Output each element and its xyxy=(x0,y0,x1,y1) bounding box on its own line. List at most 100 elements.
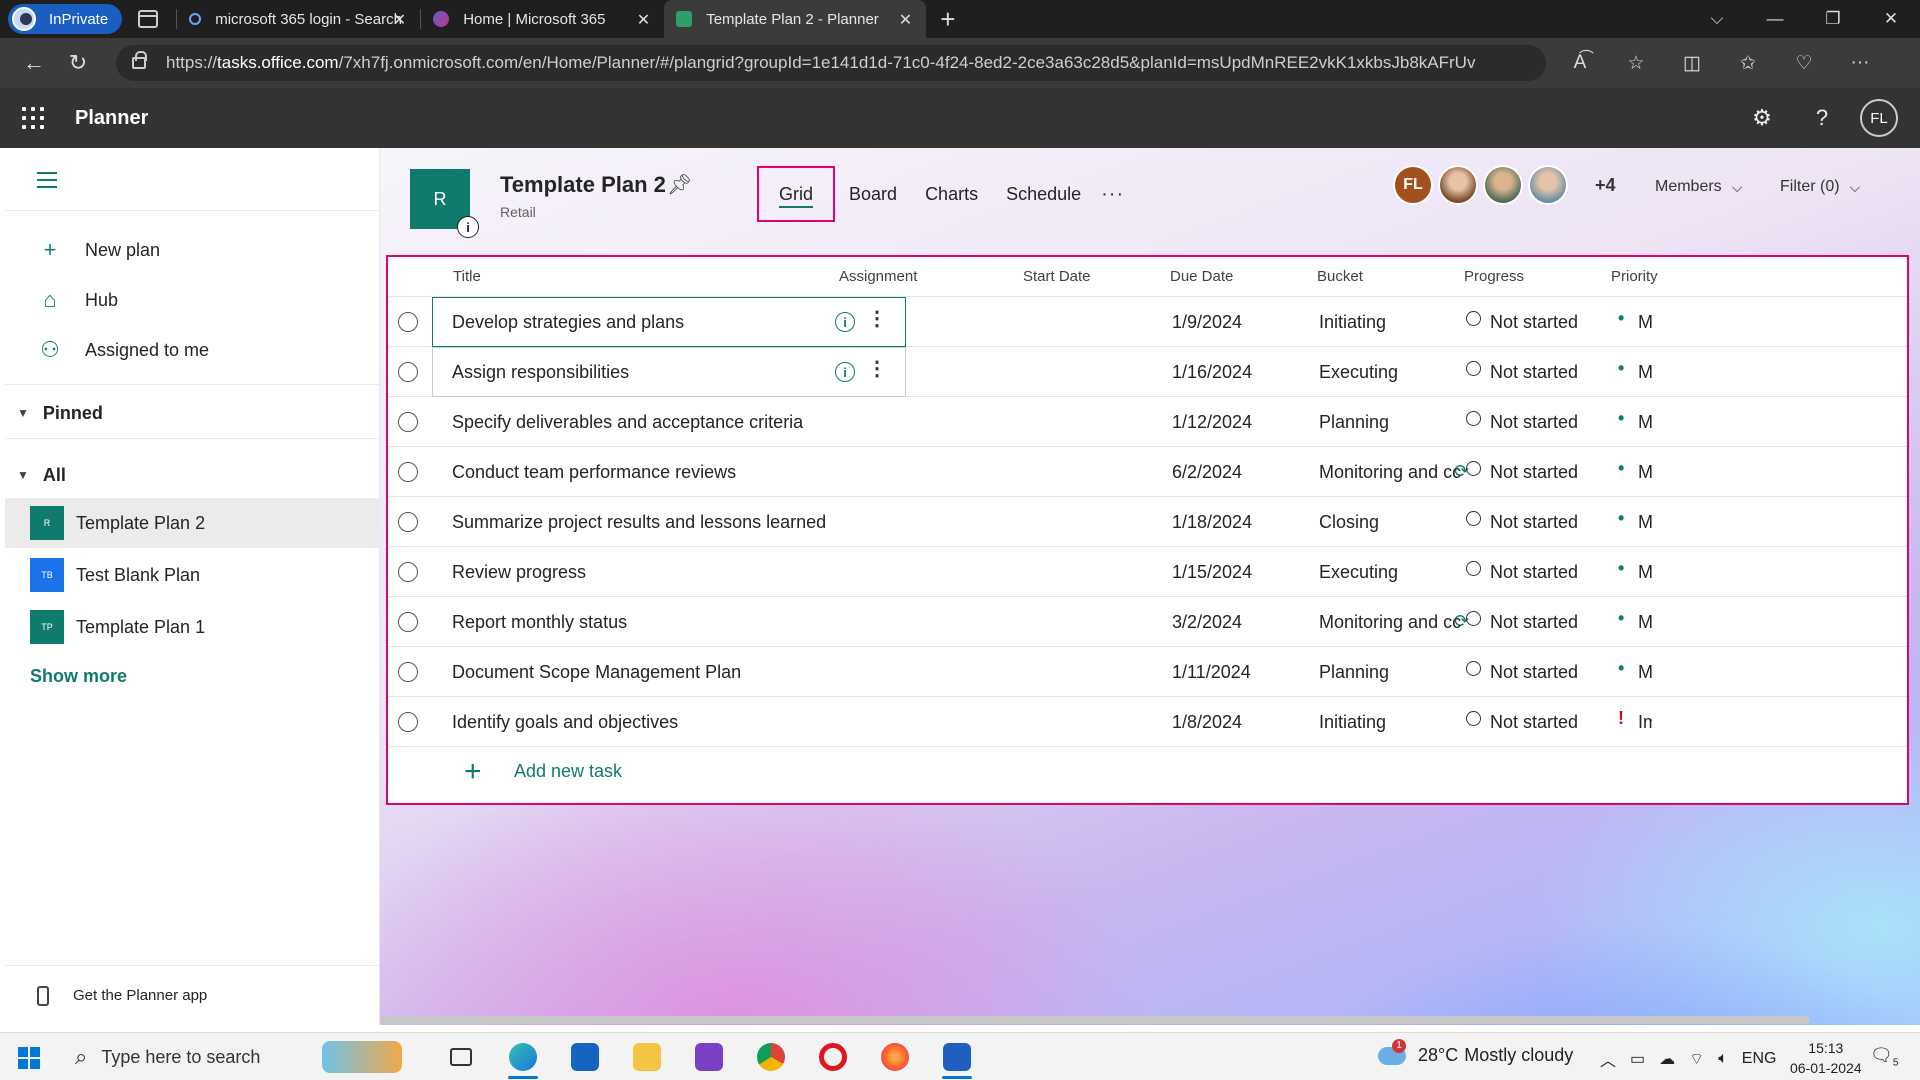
plan-info-icon[interactable]: i xyxy=(457,216,479,238)
nav-assigned-to-me[interactable]: ⚇ Assigned to me xyxy=(5,328,380,372)
more-options-icon[interactable]: ⋮ xyxy=(867,309,887,329)
chrome-icon[interactable] xyxy=(740,1037,802,1077)
complete-task-checkbox[interactable] xyxy=(398,412,418,432)
complete-task-checkbox[interactable] xyxy=(398,312,418,332)
task-bucket[interactable]: Executing xyxy=(1319,362,1461,383)
task-bucket[interactable]: Monitoring and cc xyxy=(1319,612,1461,633)
filter-dropdown[interactable]: Filter (0) ⌵ xyxy=(1780,178,1860,196)
task-row[interactable]: Conduct team performance reviews 6/2/2024… xyxy=(388,447,1907,497)
browser-essentials-icon[interactable]: ♡ xyxy=(1776,52,1832,75)
task-progress[interactable]: Not started xyxy=(1490,662,1578,683)
language-indicator[interactable]: ENG xyxy=(1742,1050,1777,1068)
visual-studio-icon[interactable] xyxy=(678,1037,740,1077)
task-title[interactable]: Specify deliverables and acceptance crit… xyxy=(452,412,852,433)
task-progress[interactable]: Not started xyxy=(1490,562,1578,583)
column-header-due-date[interactable]: Due Date xyxy=(1170,268,1233,285)
inprivate-badge[interactable]: InPrivate xyxy=(8,4,123,34)
task-row[interactable]: i ⋮ Assign responsibilities 1/16/2024 Execut… xyxy=(388,347,1907,397)
column-header-bucket[interactable]: Bucket xyxy=(1317,268,1363,285)
favorites-icon[interactable]: ✩ xyxy=(1720,52,1776,75)
task-bucket[interactable]: Planning xyxy=(1319,662,1461,683)
browser-tab-planner[interactable]: Template Plan 2 - Planner ✕ xyxy=(664,0,927,38)
app-name[interactable]: Planner xyxy=(75,107,148,130)
task-due-date[interactable]: 6/2/2024 xyxy=(1172,462,1242,483)
battery-icon[interactable]: ▭ xyxy=(1630,1049,1645,1069)
task-row[interactable]: Summarize project results and lessons le… xyxy=(388,497,1907,547)
task-row[interactable]: Identify goals and objectives 1/8/2024 Ini… xyxy=(388,697,1907,747)
column-header-progress[interactable]: Progress xyxy=(1464,268,1524,285)
app-launcher-icon[interactable] xyxy=(22,107,44,129)
notification-center-icon[interactable]: 🗨︎5 xyxy=(1870,1045,1898,1069)
complete-task-checkbox[interactable] xyxy=(398,362,418,382)
extra-members-count[interactable]: +4 xyxy=(1595,175,1616,196)
onedrive-cloud-icon[interactable]: ☁ xyxy=(1659,1049,1675,1069)
task-bucket[interactable]: Monitoring and cc xyxy=(1319,462,1461,483)
task-title[interactable]: Develop strategies and plans xyxy=(452,312,852,333)
task-title[interactable]: Conduct team performance reviews xyxy=(452,462,852,483)
complete-task-checkbox[interactable] xyxy=(398,712,418,732)
pin-icon[interactable]: 📌︎ xyxy=(667,172,692,197)
clock[interactable]: 15:13 06-01-2024 xyxy=(1790,1038,1862,1078)
task-due-date[interactable]: 1/16/2024 xyxy=(1172,362,1252,383)
show-more-link[interactable]: Show more xyxy=(30,666,127,687)
chevron-up-icon[interactable]: ︿ xyxy=(1600,1047,1616,1071)
refresh-icon[interactable]: ↻ xyxy=(56,50,100,76)
get-planner-app-link[interactable]: Get the Planner app xyxy=(5,965,380,1025)
tab-grid[interactable]: Grid xyxy=(757,166,836,222)
file-explorer-icon[interactable] xyxy=(616,1037,678,1077)
task-progress[interactable]: Not started xyxy=(1490,362,1578,383)
close-tab-icon[interactable]: ✕ xyxy=(393,10,406,30)
restore-icon[interactable]: ❐ xyxy=(1804,9,1862,29)
task-title[interactable]: Identify goals and objectives xyxy=(452,712,852,733)
task-due-date[interactable]: 1/8/2024 xyxy=(1172,712,1242,733)
task-row[interactable]: Report monthly status 3/2/2024 ⟳ Monitoring… xyxy=(388,597,1907,647)
more-options-icon[interactable]: ⋮ xyxy=(867,359,887,379)
task-progress[interactable]: Not started xyxy=(1490,712,1578,733)
task-bucket[interactable]: Closing xyxy=(1319,512,1461,533)
task-due-date[interactable]: 3/2/2024 xyxy=(1172,612,1242,633)
task-priority[interactable]: Medium xyxy=(1638,612,1652,633)
back-icon[interactable]: ← xyxy=(12,50,56,76)
task-priority[interactable]: Medium xyxy=(1638,312,1652,333)
task-due-date[interactable]: 1/9/2024 xyxy=(1172,312,1242,333)
plan-item-template-plan-2[interactable]: R Template Plan 2 xyxy=(5,498,380,548)
horizontal-scrollbar[interactable] xyxy=(380,1016,1810,1024)
weather-widget[interactable]: 28°C Mostly cloudy xyxy=(1378,1038,1573,1066)
read-aloud-icon[interactable]: A͡ xyxy=(1552,52,1608,75)
split-screen-icon[interactable]: ◫ xyxy=(1664,52,1720,75)
task-due-date[interactable]: 1/11/2024 xyxy=(1172,662,1251,683)
complete-task-checkbox[interactable] xyxy=(398,462,418,482)
tab-schedule[interactable]: Schedule xyxy=(992,166,1095,222)
plan-item-test-blank-plan[interactable]: TB Test Blank Plan xyxy=(5,550,380,600)
task-title[interactable]: Report monthly status xyxy=(452,612,852,633)
all-section-toggle[interactable]: ▼ All xyxy=(5,455,380,495)
task-progress[interactable]: Not started xyxy=(1490,412,1578,433)
task-row[interactable]: i ⋮ Develop strategies and plans 1/9/2024 In… xyxy=(388,297,1907,347)
opera-icon[interactable] xyxy=(802,1037,864,1077)
task-progress[interactable]: Not started xyxy=(1490,512,1578,533)
nav-new-plan[interactable]: + New plan xyxy=(5,228,380,272)
tab-list-chevron-icon[interactable]: ⌵ xyxy=(1688,9,1746,29)
member-avatars[interactable]: FL +4 xyxy=(1393,165,1616,205)
search-highlight-icon[interactable] xyxy=(322,1041,402,1073)
task-priority[interactable]: Medium xyxy=(1638,412,1652,433)
task-bucket[interactable]: Initiating xyxy=(1319,312,1461,333)
task-priority[interactable]: Medium xyxy=(1638,362,1652,383)
more-views-button[interactable]: ··· xyxy=(1101,183,1124,206)
mail-icon[interactable] xyxy=(554,1037,616,1077)
word-icon[interactable] xyxy=(926,1037,988,1079)
plan-item-template-plan-1[interactable]: TP Template Plan 1 xyxy=(5,602,380,652)
task-bucket[interactable]: Executing xyxy=(1319,562,1461,583)
task-view-icon[interactable] xyxy=(430,1037,492,1077)
nav-hub[interactable]: ⌂ Hub xyxy=(5,278,380,322)
task-title[interactable]: Summarize project results and lessons le… xyxy=(452,512,852,533)
task-title[interactable]: Review progress xyxy=(452,562,852,583)
task-due-date[interactable]: 1/12/2024 xyxy=(1172,412,1252,433)
account-avatar[interactable]: FL xyxy=(1860,99,1898,137)
task-title[interactable]: Assign responsibilities xyxy=(452,362,852,383)
edge-icon[interactable] xyxy=(492,1037,554,1079)
firefox-icon[interactable] xyxy=(864,1037,926,1077)
new-tab-button[interactable]: + xyxy=(940,6,955,32)
tab-charts[interactable]: Charts xyxy=(911,166,992,222)
task-title[interactable]: Document Scope Management Plan xyxy=(452,662,852,683)
